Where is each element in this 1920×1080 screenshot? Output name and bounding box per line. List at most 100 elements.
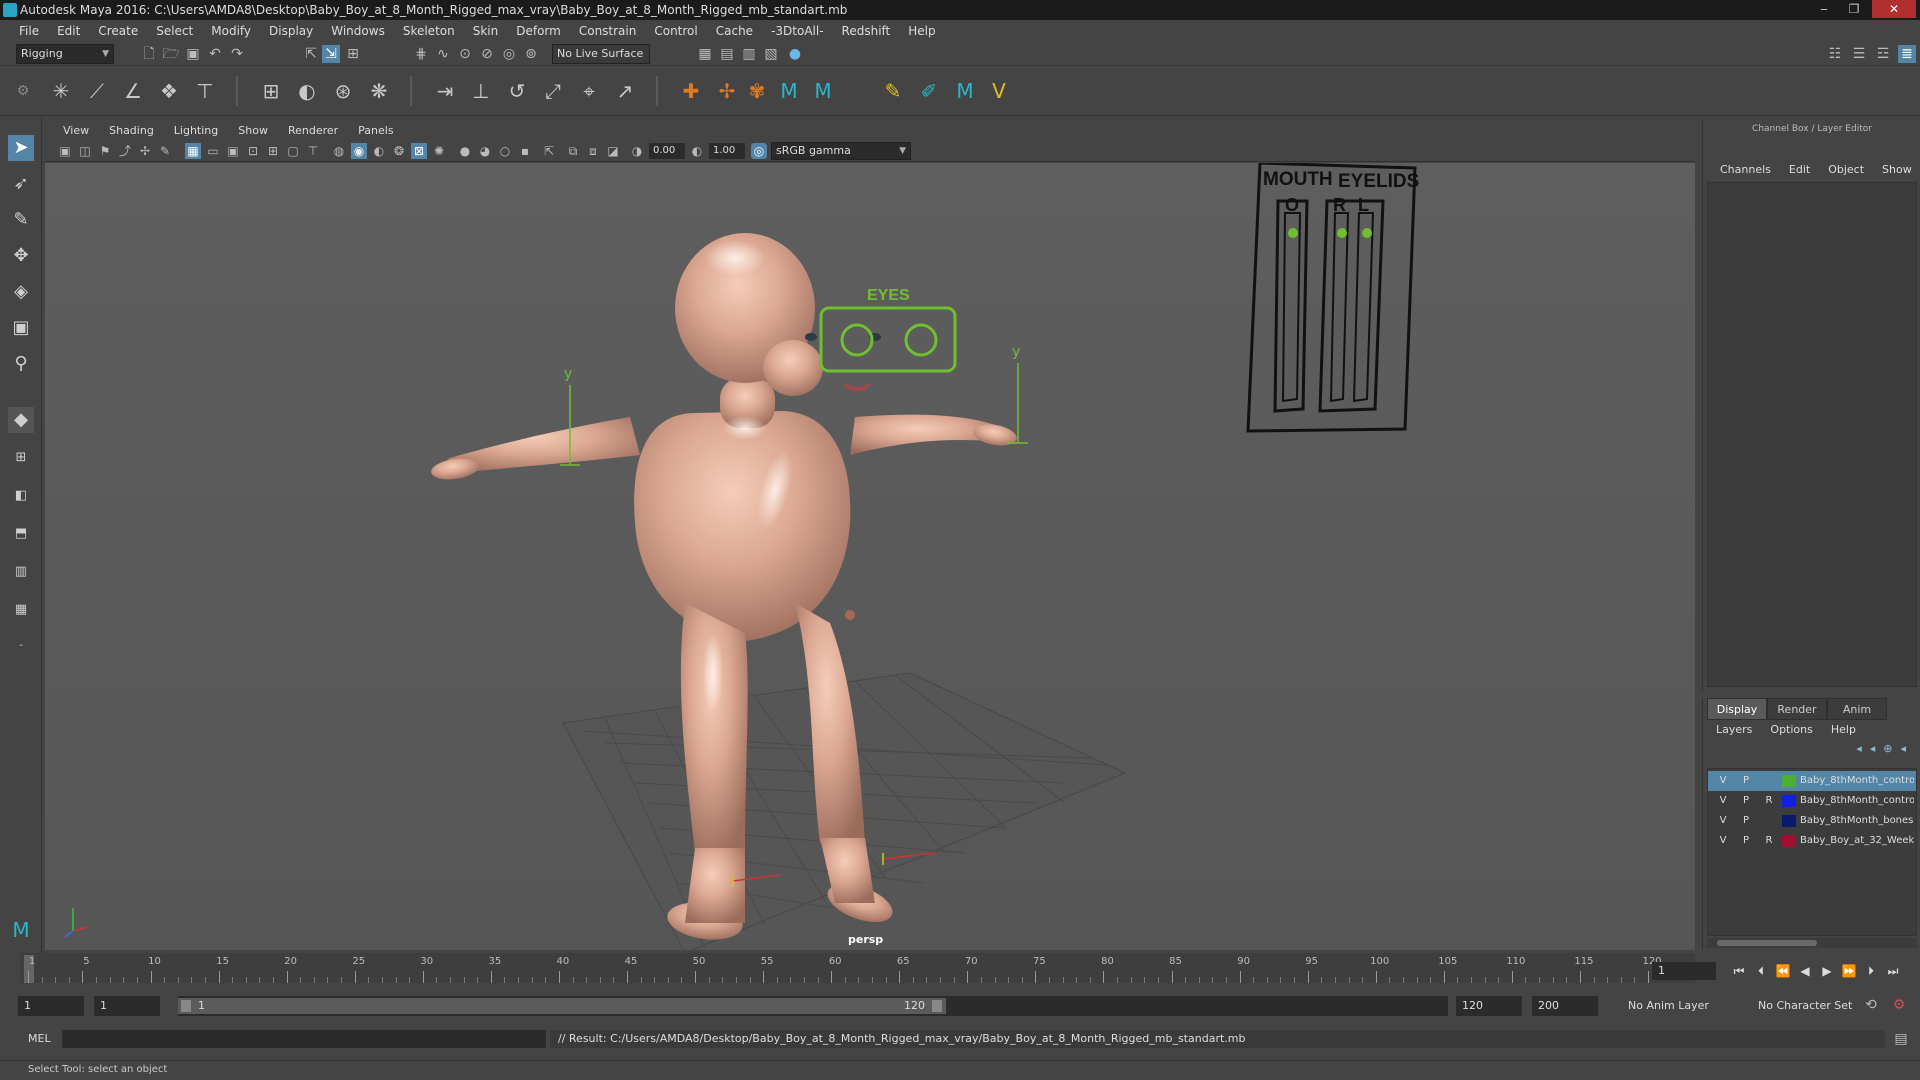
menu-control[interactable]: Control xyxy=(645,20,706,42)
viewport-menu-view[interactable]: View xyxy=(53,124,99,137)
tab-display[interactable]: Display xyxy=(1707,698,1767,720)
grease-pencil-icon[interactable]: ✎ xyxy=(157,143,173,159)
playback-start-field[interactable]: 1 xyxy=(94,996,160,1016)
ik-spline-icon[interactable]: ∠ xyxy=(120,78,146,104)
layer-playback-toggle[interactable]: P xyxy=(1737,811,1755,831)
tool-settings-icon[interactable]: ☲ xyxy=(1874,45,1892,63)
sculpt-deformer-icon[interactable]: ❋ xyxy=(366,78,392,104)
menu-help[interactable]: Help xyxy=(899,20,944,42)
shelf-menu-icon[interactable]: ⚙ xyxy=(10,78,36,104)
character-set-dropdown[interactable]: No Character Set xyxy=(1752,996,1864,1016)
menu-3dtoall[interactable]: -3DtoAll- xyxy=(762,20,832,42)
new-scene-icon[interactable]: 🗋 xyxy=(140,45,158,63)
exposure-field[interactable]: 0.00 xyxy=(649,143,685,159)
parent-constraint-icon[interactable]: ⇥ xyxy=(432,78,458,104)
snap-surface-icon[interactable]: ◎ xyxy=(500,45,518,63)
channel-box-toggle-icon[interactable]: ≣ xyxy=(1898,45,1916,63)
isolate-select-icon[interactable]: ⇱ xyxy=(541,143,557,159)
modeling-toolkit-icon[interactable]: ☷ xyxy=(1826,45,1844,63)
snap-grid-icon[interactable]: ⋕ xyxy=(412,45,430,63)
layer-visibility-toggle[interactable]: V xyxy=(1714,811,1732,831)
rotate-tool-icon[interactable]: ◈ xyxy=(8,279,34,305)
joint-tool-icon[interactable]: ✳ xyxy=(48,78,74,104)
menu-edit[interactable]: Edit xyxy=(48,20,89,42)
xray-joints-icon[interactable]: ⧈ xyxy=(585,143,601,159)
wireframe-icon[interactable]: ◍ xyxy=(331,143,347,159)
layer-reference-toggle[interactable]: R xyxy=(1760,791,1778,811)
menu-windows[interactable]: Windows xyxy=(322,20,394,42)
gamma-icon[interactable]: ◐ xyxy=(689,143,705,159)
snap-view-icon[interactable]: ⊘ xyxy=(478,45,496,63)
camera-select-icon[interactable]: ▣ xyxy=(57,143,73,159)
step-forward-icon[interactable]: ⏵ xyxy=(1862,962,1880,980)
minimize-button[interactable]: ‒ xyxy=(1810,0,1838,18)
motion-blur-icon[interactable]: ◕ xyxy=(477,143,493,159)
layout-four-icon[interactable]: ⊞ xyxy=(8,445,34,471)
maya-tool-3-icon[interactable]: M xyxy=(952,78,978,104)
anim-layer-dropdown[interactable]: No Anim Layer xyxy=(1622,996,1742,1016)
go-to-end-icon[interactable]: ⏭ xyxy=(1884,962,1902,980)
wrap-icon[interactable]: ⊛ xyxy=(330,78,356,104)
smooth-shade-icon[interactable]: ◉ xyxy=(351,143,367,159)
layout-outliner-icon[interactable]: ▥ xyxy=(8,559,34,585)
command-input[interactable] xyxy=(62,1030,546,1048)
scale-constraint-icon[interactable]: ⤢ xyxy=(540,78,566,104)
viewport-menu-renderer[interactable]: Renderer xyxy=(278,124,348,137)
gate-mask-icon[interactable]: ⊡ xyxy=(245,143,261,159)
scale-tool-icon[interactable]: ▣ xyxy=(8,315,34,341)
layer-row[interactable]: V P R Baby_8thMonth_controls xyxy=(1708,791,1916,811)
shadows-icon[interactable]: ✺ xyxy=(431,143,447,159)
channel-box-body[interactable] xyxy=(1707,182,1917,687)
field-chart-icon[interactable]: ⊞ xyxy=(265,143,281,159)
paint-weights-icon[interactable]: ✎ xyxy=(880,78,906,104)
channel-box-menu-object[interactable]: Object xyxy=(1819,160,1873,180)
snap-plane-icon[interactable]: ⊚ xyxy=(522,45,540,63)
safe-title-icon[interactable]: ⊤ xyxy=(305,143,321,159)
anti-aliasing-icon[interactable]: ○ xyxy=(497,143,513,159)
tab-render[interactable]: Render xyxy=(1767,698,1827,720)
animation-start-field[interactable]: 1 xyxy=(18,996,84,1016)
render-settings-icon[interactable]: ▦ xyxy=(696,45,714,63)
resolution-gate-icon[interactable]: ▣ xyxy=(225,143,241,159)
step-back-key-icon[interactable]: ⏪ xyxy=(1774,962,1792,980)
viewport-menu-show[interactable]: Show xyxy=(228,124,278,137)
safe-action-icon[interactable]: ▢ xyxy=(285,143,301,159)
layer-color-swatch[interactable] xyxy=(1782,795,1796,807)
range-handle-left[interactable] xyxy=(181,1000,191,1012)
xray-components-icon[interactable]: ◪ xyxy=(605,143,621,159)
menu-skin[interactable]: Skin xyxy=(464,20,508,42)
layer-action-icons[interactable]: ◂◂⊕◂ xyxy=(1856,742,1914,758)
viewport-menu-shading[interactable]: Shading xyxy=(99,124,164,137)
layer-menu-layers[interactable]: Layers xyxy=(1707,720,1761,740)
script-editor-icon[interactable]: ▤ xyxy=(1892,1030,1910,1048)
viewport-menu-lighting[interactable]: Lighting xyxy=(164,124,228,137)
range-handle-right[interactable] xyxy=(932,1000,942,1012)
layer-row[interactable]: V P Baby_8thMonth_bones xyxy=(1708,811,1916,831)
menu-modify[interactable]: Modify xyxy=(202,20,260,42)
current-frame-field[interactable]: 1 xyxy=(1652,962,1716,980)
layout-graph-icon[interactable]: ▦ xyxy=(8,597,34,623)
maya-tool-2-icon[interactable]: M xyxy=(810,78,836,104)
color-space-dropdown[interactable]: sRGB gamma ▼ xyxy=(771,142,911,160)
skeleton-orange-icon[interactable]: ✾ xyxy=(744,78,770,104)
select-hierarchy-icon[interactable]: ⇱ xyxy=(302,45,320,63)
layer-playback-toggle[interactable]: P xyxy=(1737,771,1755,791)
layer-color-swatch[interactable] xyxy=(1782,835,1796,847)
component-editor-icon[interactable]: ✐ xyxy=(916,78,942,104)
layout-expand-icon[interactable]: - xyxy=(8,633,34,659)
menu-redshift[interactable]: Redshift xyxy=(833,20,900,42)
menuset-dropdown[interactable]: Rigging ▼ xyxy=(16,44,114,64)
playback-end-field[interactable]: 120 xyxy=(1456,996,1522,1016)
layer-reference-toggle[interactable]: R xyxy=(1760,831,1778,851)
menu-cache[interactable]: Cache xyxy=(707,20,762,42)
viewport-menu-panels[interactable]: Panels xyxy=(348,124,403,137)
layer-playback-toggle[interactable]: P xyxy=(1737,831,1755,851)
layer-playback-toggle[interactable]: P xyxy=(1737,791,1755,811)
lights-icon[interactable]: ⊠ xyxy=(411,143,427,159)
range-slider-fill[interactable] xyxy=(178,998,946,1014)
pole-vector-icon[interactable]: ↗ xyxy=(612,78,638,104)
bind-skin-icon[interactable]: ❖ xyxy=(156,78,182,104)
script-mode-button[interactable]: MEL xyxy=(18,1030,58,1048)
scrollbar-thumb[interactable] xyxy=(1717,940,1817,946)
layer-menu-options[interactable]: Options xyxy=(1761,720,1821,740)
